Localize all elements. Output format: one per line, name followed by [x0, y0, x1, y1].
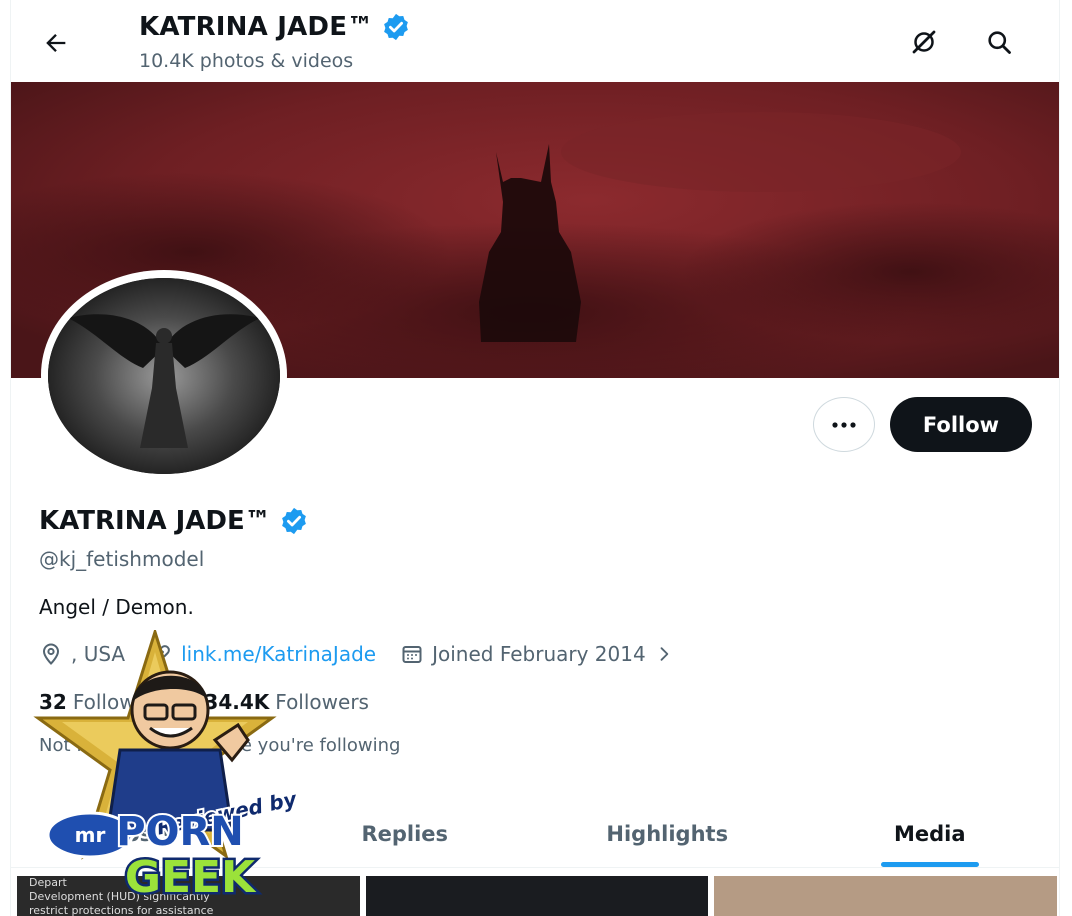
watermark-graphic: Reviewed by mr PORN GEEK: [33, 626, 301, 906]
grok-icon: [912, 30, 936, 54]
header-title: KATRINA JADE™: [139, 12, 411, 42]
watermark-badge: Reviewed by mr PORN GEEK: [10, 626, 301, 916]
media-item[interactable]: [365, 876, 709, 916]
header-subtitle: 10.4K photos & videos: [139, 50, 354, 72]
tab-highlights-label: Highlights: [606, 821, 729, 846]
follow-button[interactable]: Follow: [890, 397, 1032, 452]
active-tab-indicator: [880, 862, 979, 867]
watermark-mr-text: mr: [75, 823, 106, 847]
joined-item: Joined February 2014: [400, 642, 674, 666]
profile-name: KATRINA JADE™: [39, 506, 309, 536]
calendar-icon: [402, 646, 422, 663]
joined-text: Joined February 2014: [432, 642, 646, 666]
back-button[interactable]: [35, 22, 77, 64]
watermark-geek-text: GEEK: [125, 852, 257, 903]
more-dots-icon: [832, 421, 856, 428]
verified-badge-icon: [384, 13, 409, 41]
chevron-right-icon[interactable]: [654, 644, 674, 664]
profile-handle: @kj_fetishmodel: [39, 547, 205, 571]
tab-media-label: Media: [893, 821, 966, 846]
arrow-left-icon: [46, 34, 66, 52]
tab-replies[interactable]: Replies: [274, 800, 537, 867]
header-name: KATRINA JADE™: [139, 12, 374, 42]
search-icon: [988, 31, 1011, 54]
more-options-button[interactable]: [813, 397, 875, 452]
grok-button[interactable]: [904, 22, 944, 62]
tab-media[interactable]: Media: [799, 800, 1060, 867]
avatar-image: [48, 278, 280, 474]
profile-bio: Angel / Demon.: [39, 595, 194, 619]
search-button[interactable]: [979, 22, 1019, 62]
top-bar: KATRINA JADE™ 10.4K photos & videos: [11, 0, 1059, 82]
media-item[interactable]: [714, 876, 1058, 916]
profile-name-text: KATRINA JADE™: [39, 506, 271, 536]
watermark-porn-text: PORN: [116, 809, 244, 855]
tab-highlights[interactable]: Highlights: [536, 800, 799, 867]
avatar[interactable]: [48, 278, 280, 474]
tab-replies-label: Replies: [361, 821, 449, 846]
verified-badge-icon[interactable]: [279, 506, 309, 536]
